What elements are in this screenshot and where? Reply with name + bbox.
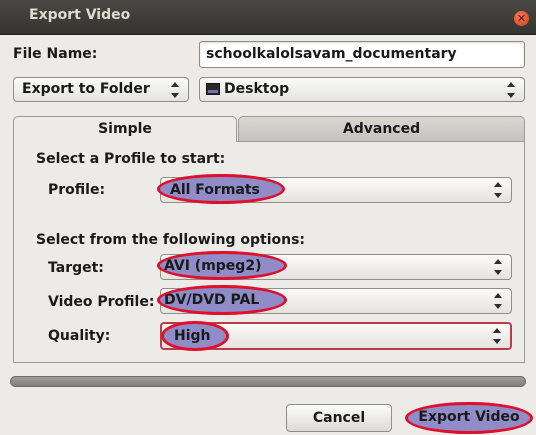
export-destination-value: Export to Folder [22,81,150,97]
close-icon[interactable]: ✕ [514,11,529,26]
select-arrows-icon [494,182,502,198]
select-arrows-icon [493,328,501,344]
quality-select[interactable] [160,322,512,350]
profile-label: Profile: [48,182,106,198]
file-name-value: schoolkalolsavam_documentary [206,46,457,62]
video-profile-value: DV/DVD PAL [164,292,260,308]
target-value: AVI (mpeg2) [164,258,262,274]
tab-advanced[interactable]: Advanced [238,116,525,142]
folder-value: Desktop [224,81,290,97]
export-progress-bar [10,376,526,387]
video-profile-label: Video Profile: [48,294,155,310]
export-video-button[interactable]: Export Video [410,404,528,432]
tab-simple[interactable]: Simple [13,116,237,142]
select-arrows-icon [494,259,502,275]
profile-value: All Formats [170,182,260,198]
quality-value: High [174,328,211,344]
select-arrows-icon [171,82,179,98]
window-titlebar: Export Video ✕ [0,0,536,35]
quality-label: Quality: [48,328,111,344]
window-title: Export Video [29,7,131,23]
folder-select[interactable]: Desktop [199,77,525,102]
profile-heading: Select a Profile to start: [36,151,226,167]
target-label: Target: [48,260,104,276]
select-arrows-icon [494,293,502,309]
cancel-button[interactable]: Cancel [286,404,392,432]
select-arrows-icon [507,82,515,98]
file-name-label: File Name: [13,46,98,62]
file-name-input[interactable]: schoolkalolsavam_documentary [199,41,525,68]
export-destination-select[interactable]: Export to Folder [13,77,189,102]
options-heading: Select from the following options: [36,232,306,248]
folder-icon [206,83,220,95]
